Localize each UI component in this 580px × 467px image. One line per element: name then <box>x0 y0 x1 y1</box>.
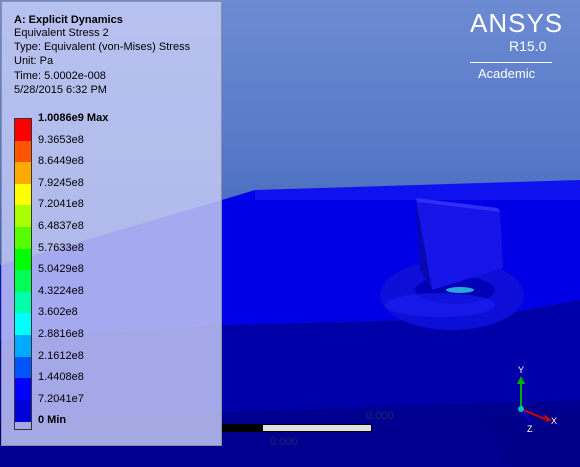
result-name: Equivalent Stress 2 <box>14 27 109 39</box>
logo-version: R15.0 <box>509 38 547 54</box>
torus-contact-hotspot <box>446 287 474 293</box>
legend-swatch <box>15 227 31 250</box>
legend-label: 1.0086e9 Max <box>38 112 109 124</box>
logo-divider <box>470 62 552 63</box>
triad-origin <box>518 406 524 412</box>
legend-label: 2.8816e8 <box>38 328 84 340</box>
plate-top-far <box>255 180 580 200</box>
triad-y-arrow <box>517 376 525 384</box>
legend-swatch <box>15 399 31 422</box>
legend-swatch <box>15 205 31 228</box>
scale-label-mid: 0.000 <box>270 436 298 448</box>
legend-label: 7.9245e8 <box>38 176 84 189</box>
legend-label: 8.6449e8 <box>38 155 84 168</box>
legend-swatch <box>15 313 31 336</box>
legend-color-bar <box>14 118 32 430</box>
result-unit: Unit: Pa <box>14 55 54 67</box>
legend-label: 0 Min <box>38 414 67 427</box>
result-date: 5/28/2015 6:32 PM <box>14 84 107 96</box>
legend-label: 7.2041e7 <box>38 392 84 405</box>
triad-y-label: Y <box>518 365 524 375</box>
legend-label: 2.1612e8 <box>38 349 84 362</box>
logo-brand: ANSYS <box>470 8 564 38</box>
legend-label: 5.0429e8 <box>38 263 84 276</box>
legend-swatch <box>15 140 31 163</box>
scale-bar-filled <box>222 424 262 432</box>
torus-highlight <box>385 293 495 317</box>
legend-label: 3.602e8 <box>38 306 78 319</box>
coordinate-triad[interactable]: Y X Z <box>505 364 565 434</box>
legend-label: 7.2041e8 <box>38 198 84 211</box>
legend-label: 4.3224e8 <box>38 284 84 297</box>
scale-bar-empty <box>262 424 372 432</box>
legend-swatch <box>15 378 31 401</box>
legend-swatch <box>15 162 31 185</box>
result-legend-panel[interactable]: A: Explicit Dynamics Equivalent Stress 2… <box>1 1 222 446</box>
legend-swatch <box>15 291 31 314</box>
legend-label: 1.4408e8 <box>38 371 84 384</box>
legend-label: 9.3653e8 <box>38 133 84 146</box>
analysis-title: A: Explicit Dynamics <box>14 14 123 26</box>
legend-swatch <box>15 356 31 379</box>
legend-swatch <box>15 270 31 293</box>
legend-swatch <box>15 183 31 206</box>
triad-z-label: Z <box>527 424 533 434</box>
result-type: Type: Equivalent (von-Mises) Stress <box>14 41 191 53</box>
graphics-viewport[interactable]: ANSYS R15.0 Academic A: Explicit Dynamic… <box>0 0 580 467</box>
triad-x-label: X <box>551 416 557 426</box>
legend-label: 6.4837e8 <box>38 220 84 232</box>
legend-swatch <box>15 248 31 271</box>
logo-edition: Academic <box>478 66 536 81</box>
legend-swatch <box>15 335 31 358</box>
result-time: Time: 5.0002e-008 <box>14 70 106 82</box>
legend-label: 5.7633e8 <box>38 241 84 254</box>
scale-label-end: 0.000 <box>366 410 394 422</box>
scale-bar <box>222 424 372 432</box>
legend-swatch <box>15 119 31 142</box>
